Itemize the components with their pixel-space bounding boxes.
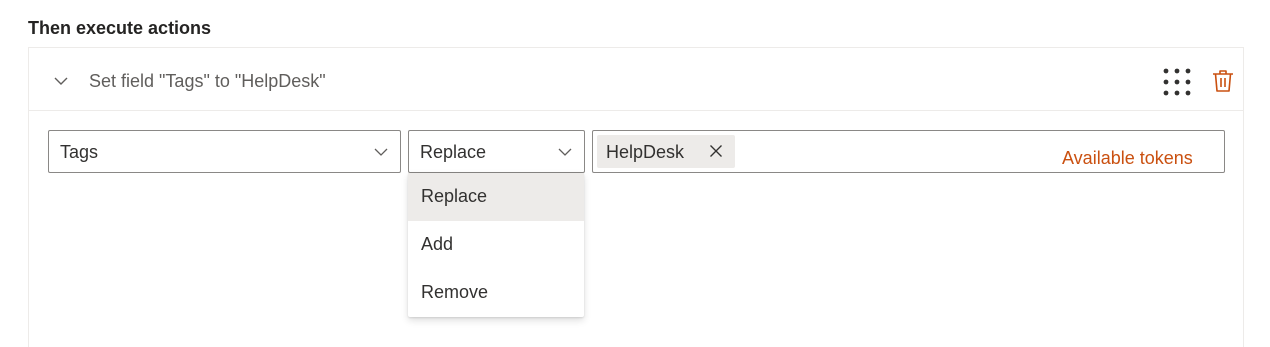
dropdown-option-remove[interactable]: Remove [408, 269, 584, 317]
action-header[interactable]: Set field "Tags" to "HelpDesk" [29, 48, 1243, 111]
action-card: Set field "Tags" to "HelpDesk" Tags Repl… [28, 47, 1244, 347]
operation-select-value: Replace [420, 142, 487, 162]
available-tokens-link[interactable]: Available tokens [1062, 148, 1193, 169]
tag-chip-label: HelpDesk [606, 142, 685, 162]
section-title: Then execute actions [28, 18, 212, 38]
grip-dots-icon[interactable] [1162, 67, 1192, 97]
dropdown-option-add[interactable]: Add [408, 221, 584, 269]
tag-chip: HelpDesk [597, 135, 735, 168]
close-icon[interactable] [709, 144, 723, 158]
dropdown-option-replace[interactable]: Replace [408, 173, 584, 221]
operation-select[interactable]: Replace [408, 130, 585, 173]
action-title: Set field "Tags" to "HelpDesk" [89, 71, 326, 91]
field-select-value: Tags [60, 142, 99, 162]
chevron-down-icon [374, 148, 388, 156]
trash-icon[interactable] [1212, 69, 1234, 93]
field-select[interactable]: Tags [48, 130, 401, 173]
operation-dropdown-menu: Replace Add Remove [408, 173, 584, 317]
chevron-down-icon[interactable] [53, 73, 69, 89]
chevron-down-icon [558, 148, 572, 156]
